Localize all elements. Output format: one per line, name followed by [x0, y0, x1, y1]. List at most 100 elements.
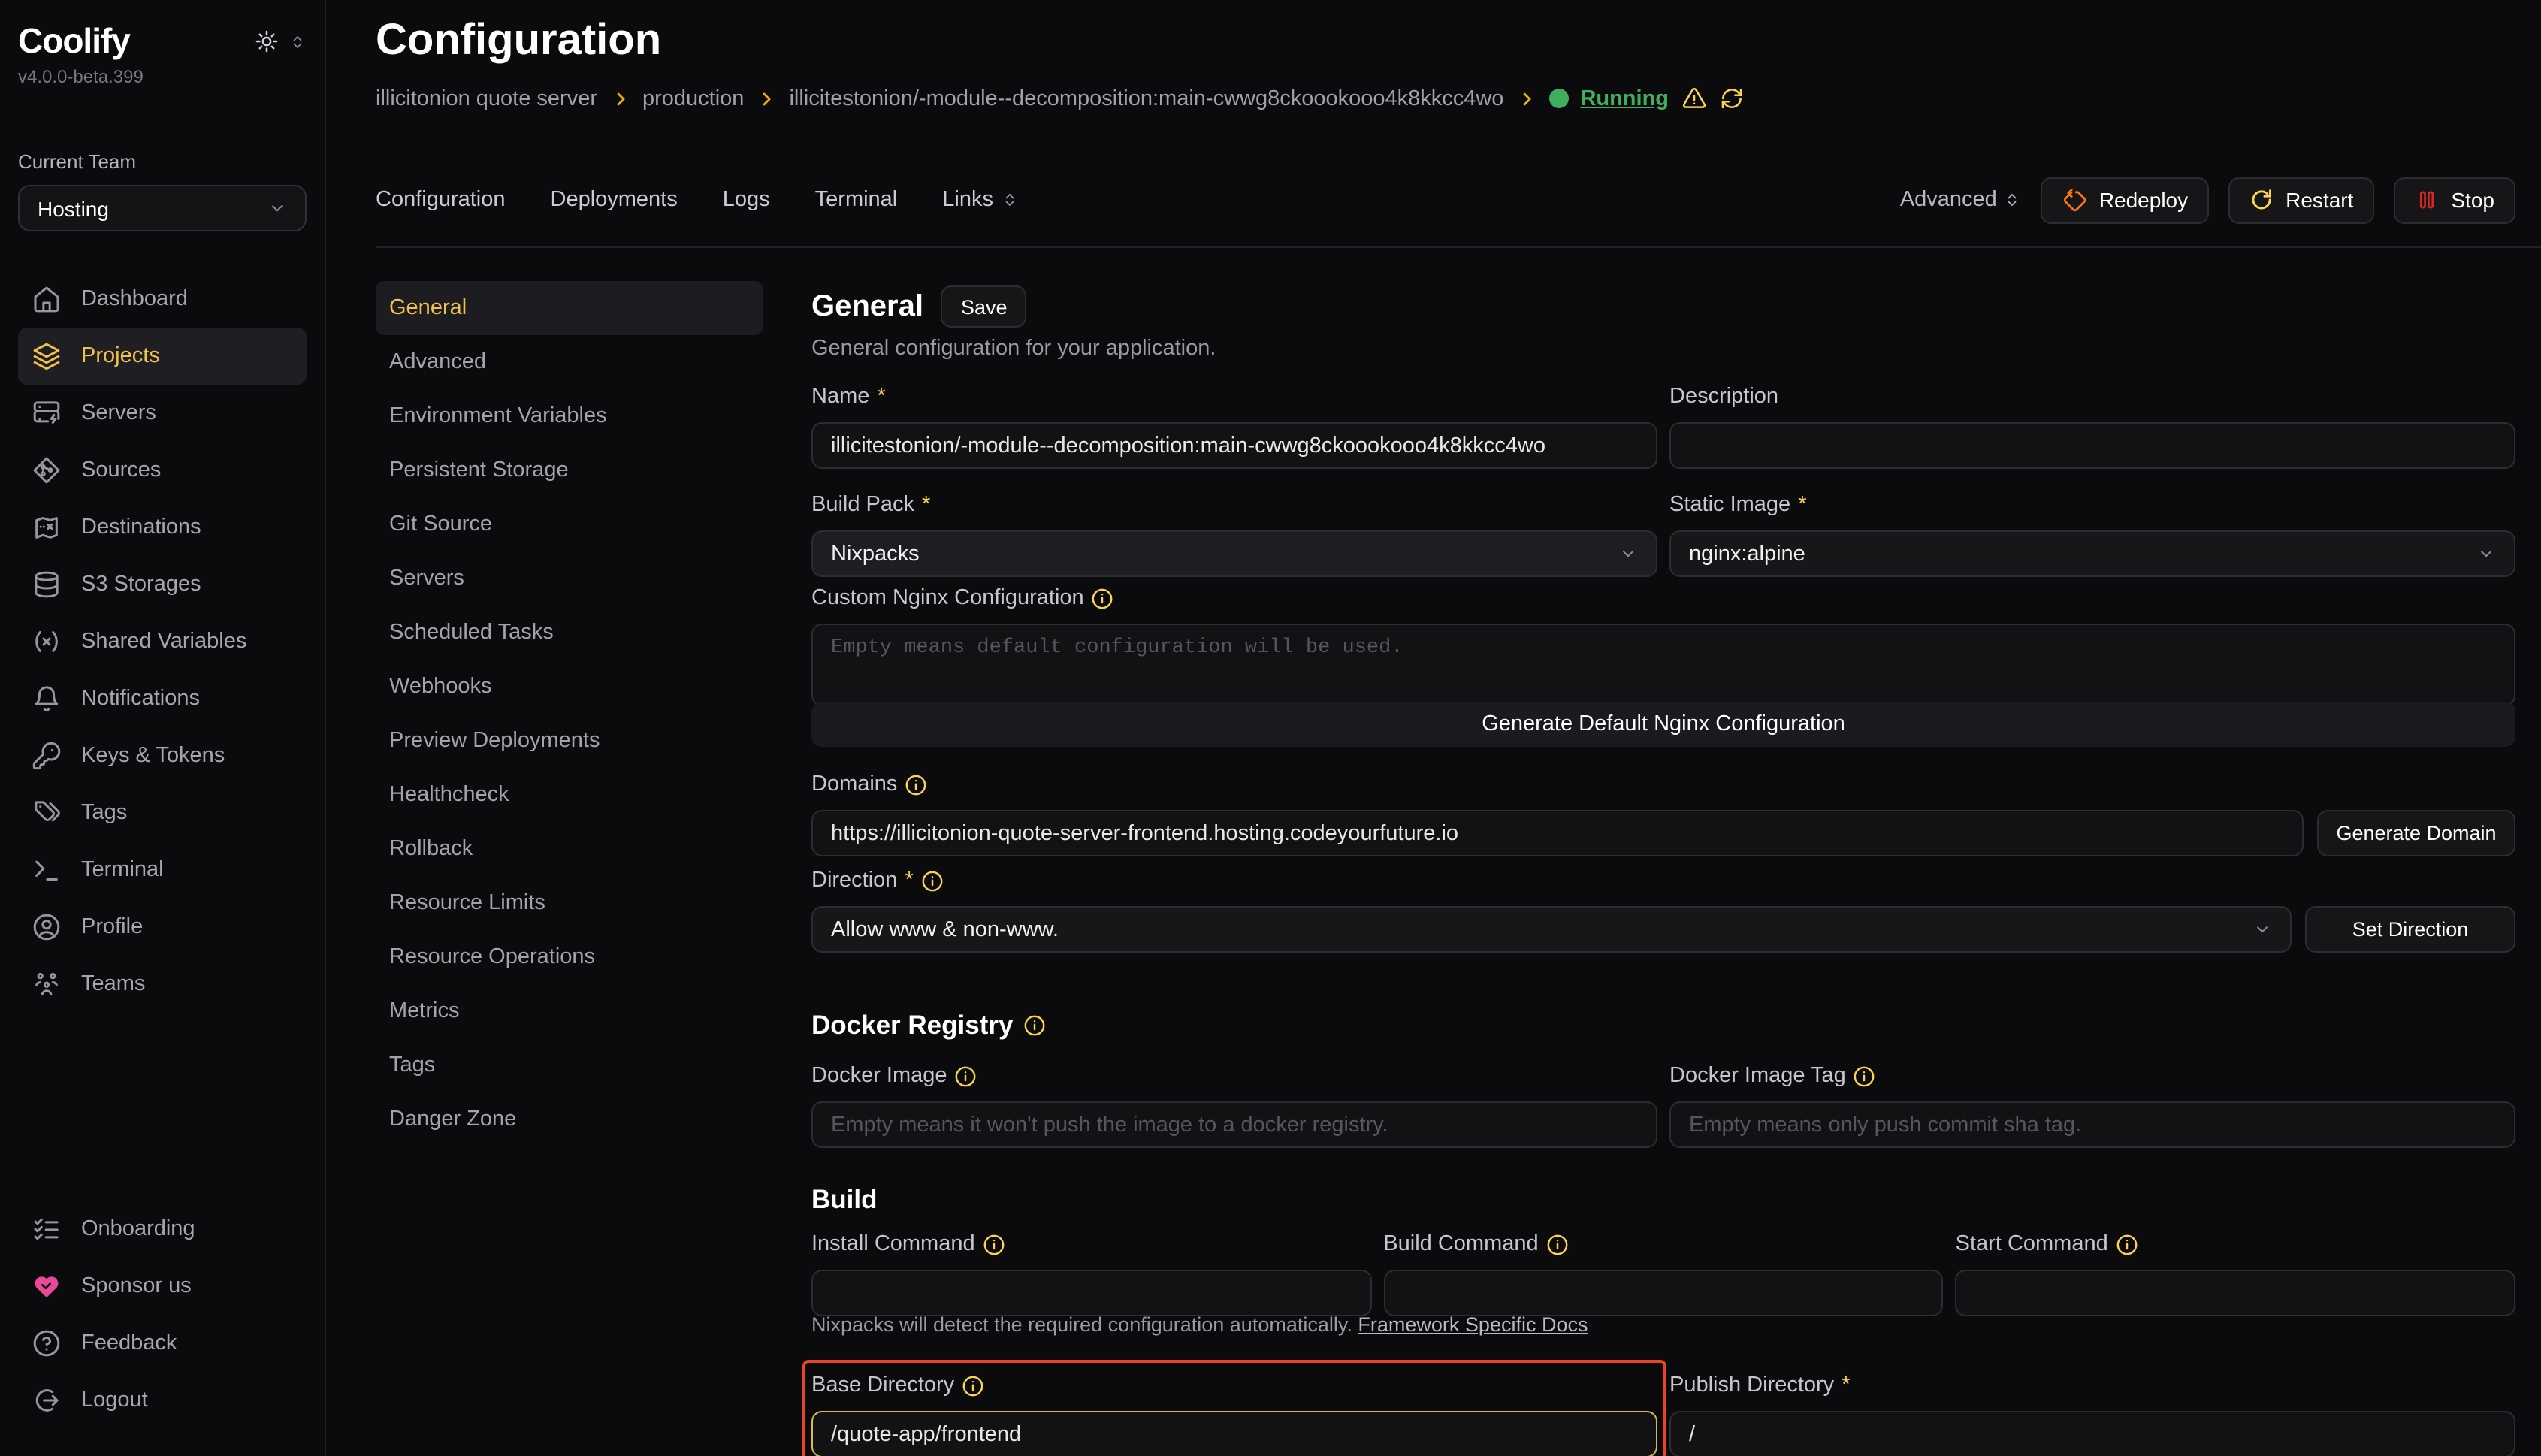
database-icon [32, 569, 62, 600]
subnav-item-danger-zone[interactable]: Danger Zone [376, 1092, 763, 1146]
restart-button[interactable]: Restart [2228, 177, 2374, 223]
redeploy-button[interactable]: Redeploy [2041, 177, 2209, 223]
sidebar-item-destinations[interactable]: Destinations [18, 499, 307, 556]
team-select[interactable]: Hosting [18, 185, 307, 231]
info-icon[interactable] [1854, 1065, 1876, 1087]
set-direction-button[interactable]: Set Direction [2305, 906, 2515, 953]
name-input[interactable] [811, 422, 1657, 469]
tab-links[interactable]: Links [942, 188, 1019, 212]
theme-chevrons-icon[interactable] [289, 32, 307, 50]
advanced-dropdown[interactable]: Advanced [1900, 188, 2021, 212]
breadcrumb-application[interactable]: illicitestonion/-module--decomposition:m… [789, 86, 1503, 110]
map-icon [32, 512, 62, 542]
docker-image-label: Docker Image [811, 1064, 947, 1088]
domains-input[interactable] [811, 810, 2304, 856]
docker-image-tag-input[interactable] [1669, 1101, 2515, 1148]
sidebar-item-teams[interactable]: Teams [18, 956, 307, 1013]
breadcrumb-environment[interactable]: production [642, 86, 744, 110]
team-select-value: Hosting [38, 196, 109, 220]
framework-docs-link[interactable]: Framework Specific Docs [1358, 1313, 1588, 1336]
static-image-select[interactable]: nginx:alpine [1669, 530, 2515, 577]
info-icon[interactable] [955, 1065, 977, 1087]
server-icon [32, 398, 62, 428]
name-description-row: Name * Description [811, 382, 2515, 469]
info-icon[interactable] [1546, 1233, 1569, 1255]
description-input[interactable] [1669, 422, 2515, 469]
start-command-input[interactable] [1956, 1270, 2515, 1316]
subnav-item-environment-variables[interactable]: Environment Variables [376, 389, 763, 443]
sidebar-item-tags[interactable]: Tags [18, 784, 307, 841]
sidebar-item-keys-tokens[interactable]: Keys & Tokens [18, 727, 307, 784]
nixpacks-hint: Nixpacks will detect the required config… [811, 1313, 2515, 1336]
subnav-item-persistent-storage[interactable]: Persistent Storage [376, 443, 763, 497]
build-pack-select[interactable]: Nixpacks [811, 530, 1657, 577]
sidebar-item-servers[interactable]: Servers [18, 385, 307, 442]
subnav-item-metrics[interactable]: Metrics [376, 984, 763, 1038]
tags-icon [32, 798, 62, 828]
static-image-label: Static Image [1669, 493, 1790, 517]
subnav-item-tags[interactable]: Tags [376, 1038, 763, 1092]
description-label: Description [1669, 385, 1778, 409]
info-icon[interactable] [962, 1374, 984, 1397]
sidebar-item-sources[interactable]: Sources [18, 442, 307, 499]
custom-nginx-textarea[interactable] [811, 624, 2515, 706]
info-icon[interactable] [921, 869, 944, 892]
warning-icon[interactable] [1681, 86, 1706, 111]
subnav-item-webhooks[interactable]: Webhooks [376, 660, 763, 714]
generate-nginx-button[interactable]: Generate Default Nginx Configuration [811, 702, 2515, 747]
sidebar-item-feedback[interactable]: Feedback [18, 1315, 307, 1372]
publish-directory-input[interactable] [1669, 1411, 2515, 1456]
tabs-row: Configuration Deployments Logs Terminal … [376, 176, 2515, 224]
base-directory-input[interactable] [811, 1411, 1657, 1456]
sidebar-item-onboarding[interactable]: Onboarding [18, 1201, 307, 1258]
direction-label: Direction [811, 868, 897, 893]
sidebar-item-sponsor-us[interactable]: Sponsor us [18, 1258, 307, 1315]
domains-label: Domains [811, 772, 897, 796]
direction-select[interactable]: Allow www & non-www. [811, 906, 2292, 953]
sidebar-item-shared-variables[interactable]: Shared Variables [18, 613, 307, 670]
build-command-input[interactable] [1383, 1270, 1943, 1316]
tab-terminal[interactable]: Terminal [815, 188, 898, 212]
subnav-item-general[interactable]: General [376, 281, 763, 335]
sidebar-item-profile[interactable]: Profile [18, 899, 307, 956]
info-icon[interactable] [1092, 587, 1114, 609]
sidebar-item-terminal[interactable]: Terminal [18, 841, 307, 899]
chevrons-up-down-icon [1001, 191, 1019, 209]
config-subnav: General Advanced Environment Variables P… [376, 281, 763, 1146]
status-badge[interactable]: Running [1580, 86, 1669, 110]
base-directory-label: Base Directory [811, 1373, 954, 1397]
custom-nginx-field: Custom Nginx Configuration [811, 583, 2515, 714]
subnav-item-healthcheck[interactable]: Healthcheck [376, 768, 763, 822]
subnav-item-scheduled-tasks[interactable]: Scheduled Tasks [376, 606, 763, 660]
theme-toggle-sun-icon[interactable] [254, 29, 279, 54]
subnav-item-resource-limits[interactable]: Resource Limits [376, 876, 763, 930]
tab-logs[interactable]: Logs [723, 188, 770, 212]
subnav-item-git-source[interactable]: Git Source [376, 497, 763, 551]
sidebar-item-dashboard[interactable]: Dashboard [18, 270, 307, 328]
tab-deployments[interactable]: Deployments [551, 188, 678, 212]
sidebar-item-logout[interactable]: Logout [18, 1372, 307, 1429]
sidebar-item-s3-storages[interactable]: S3 Storages [18, 556, 307, 613]
docker-image-input[interactable] [811, 1101, 1657, 1148]
install-command-input[interactable] [811, 1270, 1371, 1316]
info-icon[interactable] [2116, 1233, 2138, 1255]
current-team-label: Current Team [18, 150, 307, 173]
save-button[interactable]: Save [941, 285, 1027, 328]
refresh-icon[interactable] [1718, 86, 1744, 111]
info-icon[interactable] [983, 1233, 1005, 1255]
sidebar-item-notifications[interactable]: Notifications [18, 670, 307, 727]
subnav-item-advanced[interactable]: Advanced [376, 335, 763, 389]
generate-domain-button[interactable]: Generate Domain [2317, 810, 2515, 856]
subnav-item-servers[interactable]: Servers [376, 551, 763, 606]
build-heading: Build [811, 1184, 2515, 1216]
sidebar-item-projects[interactable]: Projects [18, 328, 307, 385]
subnav-item-resource-operations[interactable]: Resource Operations [376, 930, 763, 984]
tab-configuration[interactable]: Configuration [376, 188, 506, 212]
info-icon[interactable] [905, 773, 927, 796]
subnav-item-rollback[interactable]: Rollback [376, 822, 763, 876]
breadcrumb-project[interactable]: illicitonion quote server [376, 86, 597, 110]
custom-nginx-label: Custom Nginx Configuration [811, 586, 1084, 610]
subnav-item-preview-deployments[interactable]: Preview Deployments [376, 714, 763, 768]
stop-button[interactable]: Stop [2394, 177, 2515, 223]
info-icon[interactable] [1023, 1014, 1046, 1037]
